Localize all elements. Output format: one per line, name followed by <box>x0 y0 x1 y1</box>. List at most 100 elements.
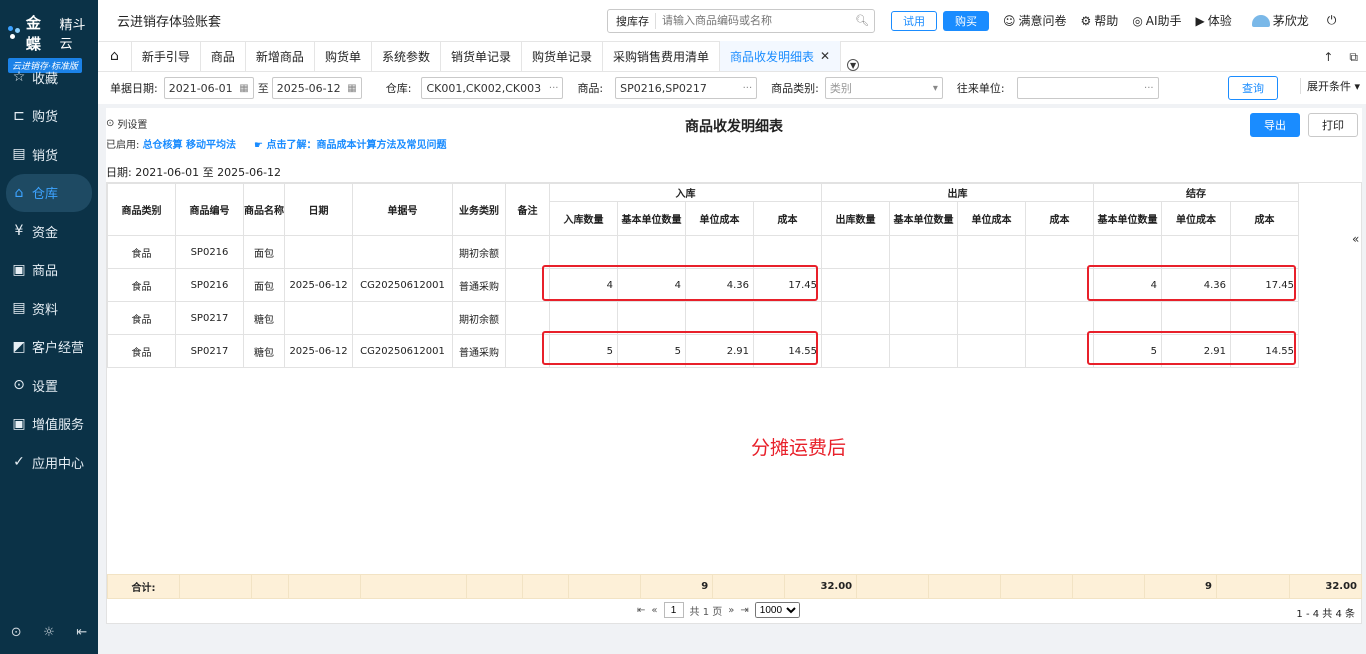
sidebar-item-2[interactable]: ▤ 销货 <box>0 135 98 174</box>
next-page-icon[interactable]: » <box>728 605 734 616</box>
date-to-input[interactable]: 2025-06-12 ▦ <box>271 77 362 99</box>
survey-link[interactable]: ☺ 满意问卷 <box>1003 12 1067 29</box>
table-cell <box>821 268 890 302</box>
page-input[interactable] <box>663 602 684 618</box>
query-button[interactable]: 查询 <box>1228 76 1278 100</box>
sidebar-item-7[interactable]: ◩ 客户经营 <box>0 328 98 367</box>
tab-2[interactable]: 新增商品 <box>246 41 315 71</box>
user-menu[interactable]: 茅欣龙 <box>1251 12 1309 29</box>
sidebar-item-3[interactable]: ⌂ 仓库 <box>6 173 92 212</box>
top-bar: 云进销存体验账套 搜库存 🔍︎ 试用 购买 ☺满意问卷 ⚙帮助 ◎AI助手 ▶体… <box>98 0 1366 42</box>
table-cell <box>957 268 1026 302</box>
experience-link[interactable]: ▶ 体验 <box>1196 12 1232 29</box>
category-label: 商品类别: <box>771 82 819 95</box>
tab-3[interactable]: 购货单 <box>315 41 372 71</box>
window-icon[interactable]: ⧉ <box>1349 50 1358 65</box>
sidebar-item-6[interactable]: ▤ 资料 <box>0 289 98 328</box>
report-panel: ⊙ 列设置 商品收发明细表 导出 打印 已启用: 总仓核算 移动平均法 ☛ 点击了… <box>106 108 1363 624</box>
theme-icon[interactable]: ☼ <box>43 625 55 640</box>
chevron-down-icon: ▾ <box>932 82 938 94</box>
table-cell: 食品 <box>107 301 176 335</box>
record-count: 1 - 4 共 4 条 <box>1296 609 1355 620</box>
sidebar-item-label: 商品 <box>32 264 59 280</box>
table-cell <box>1230 301 1299 335</box>
tab-7[interactable]: 采购销售费用清单 <box>603 41 721 71</box>
table-cell <box>1025 268 1094 302</box>
col-out-cost[interactable]: 成本 <box>1025 201 1094 236</box>
col-name[interactable]: 商品名称 <box>243 183 285 236</box>
page-size-select[interactable]: 1000 <box>754 602 800 618</box>
tab-0[interactable]: 新手引导 <box>132 41 201 71</box>
tab-1[interactable]: 商品 <box>201 41 246 71</box>
sidebar-item-8[interactable]: ⊙ 设置 <box>0 366 98 405</box>
receipt-icon: ▤ <box>12 146 26 163</box>
col-bal-cost[interactable]: 成本 <box>1230 201 1299 236</box>
search-box[interactable]: 搜库存 🔍︎ <box>607 8 875 33</box>
tab-6[interactable]: 购货单记录 <box>522 41 603 71</box>
goods-input[interactable]: SP0216,SP0217 ··· <box>615 77 758 99</box>
col-code[interactable]: 商品编号 <box>175 183 244 236</box>
smile-icon: ☺ <box>1003 13 1016 28</box>
sidebar-item-10[interactable]: ✓ 应用中心 <box>0 443 98 482</box>
collapse-sidebar-icon[interactable]: ⇤ <box>76 625 87 640</box>
cart-icon: ⊏ <box>13 107 25 124</box>
category-select[interactable]: 类别 ▾ <box>824 77 943 99</box>
col-in-qty[interactable]: 入库数量 <box>549 201 618 236</box>
report-grid: 商品类别 商品编号 商品名称 日期 单据号 业务类别 备注 入库 出库 结存 入… <box>106 182 1363 624</box>
last-page-icon[interactable]: ⇥ <box>740 605 748 616</box>
date-from-input[interactable]: 2021-06-01 ▦ <box>163 77 254 99</box>
search-icon[interactable]: 🔍︎ <box>850 14 874 27</box>
first-page-icon[interactable]: ⇤ <box>637 605 645 616</box>
goods-icon: ▣ <box>12 261 26 278</box>
home-tab[interactable]: ⌂ <box>98 41 132 71</box>
print-button[interactable]: 打印 <box>1308 113 1358 137</box>
col-out-unit-cost[interactable]: 单位成本 <box>957 201 1026 236</box>
tab-5[interactable]: 销货单记录 <box>441 41 522 71</box>
prev-page-icon[interactable]: « <box>651 605 657 616</box>
expand-conditions[interactable]: 展开条件 ▾ <box>1299 78 1360 94</box>
report-title: 商品收发明细表 <box>685 119 783 135</box>
col-remark[interactable]: 备注 <box>505 183 550 236</box>
col-out-base-qty[interactable]: 基本单位数量 <box>889 201 958 236</box>
table-row[interactable]: 食品 SP0216 面包 期初余额 <box>107 235 1299 269</box>
search-input[interactable] <box>656 14 850 27</box>
sidebar-item-9[interactable]: ▣ 增值服务 <box>0 405 98 444</box>
tab-8[interactable]: 商品收发明细表 ✕ <box>720 41 842 71</box>
ai-assistant-link[interactable]: ◎ AI助手 <box>1132 12 1181 29</box>
arrow-up-icon[interactable]: ↑ <box>1323 50 1333 65</box>
help-link[interactable]: ⚙ 帮助 <box>1081 12 1119 29</box>
settings-icon[interactable]: ⊙ <box>11 625 22 640</box>
table-cell: 面包 <box>243 235 285 269</box>
col-in-base-qty[interactable]: 基本单位数量 <box>617 201 686 236</box>
sidebar-item-1[interactable]: ⊏ 购货 <box>0 97 98 136</box>
sidebar-item-4[interactable]: ¥ 资金 <box>0 212 98 251</box>
table-row[interactable]: 食品 SP0217 糖包 期初余额 <box>107 301 1299 335</box>
col-in-cost[interactable]: 成本 <box>753 201 822 236</box>
sidebar-item-label: 资料 <box>32 302 59 318</box>
search-type-select[interactable]: 搜库存 <box>608 12 656 29</box>
table-cell <box>889 301 958 335</box>
chevron-down-icon[interactable]: ▼ <box>847 59 860 71</box>
buy-button[interactable]: 购买 <box>943 10 989 31</box>
trial-button[interactable]: 试用 <box>891 10 937 31</box>
close-icon[interactable]: ✕ <box>820 49 830 63</box>
warehouse-input[interactable]: CK001,CK002,CK003 ··· <box>421 77 564 99</box>
logout-icon[interactable]: ⏻ <box>1327 13 1337 28</box>
col-bal-base-qty[interactable]: 基本单位数量 <box>1093 201 1162 236</box>
total-bal-cost: 32.00 <box>1288 574 1363 599</box>
tab-4[interactable]: 系统参数 <box>372 41 441 71</box>
col-biz-type[interactable]: 业务类别 <box>452 183 506 236</box>
cost-help-link[interactable]: ☛ 点击了解：商品成本计算方法及常见问题 <box>254 136 446 151</box>
collapse-panel-icon[interactable]: « <box>1352 232 1366 246</box>
partner-input[interactable]: ··· <box>1016 77 1159 99</box>
sidebar-item-5[interactable]: ▣ 商品 <box>0 251 98 290</box>
col-date[interactable]: 日期 <box>284 183 353 236</box>
export-button[interactable]: 导出 <box>1250 113 1300 137</box>
col-out-qty[interactable]: 出库数量 <box>821 201 890 236</box>
table-cell <box>1093 235 1162 269</box>
col-in-unit-cost[interactable]: 单位成本 <box>685 201 754 236</box>
col-bill-no[interactable]: 单据号 <box>352 183 453 236</box>
table-cell <box>505 235 550 269</box>
col-category[interactable]: 商品类别 <box>107 183 176 236</box>
col-bal-unit-cost[interactable]: 单位成本 <box>1161 201 1231 236</box>
